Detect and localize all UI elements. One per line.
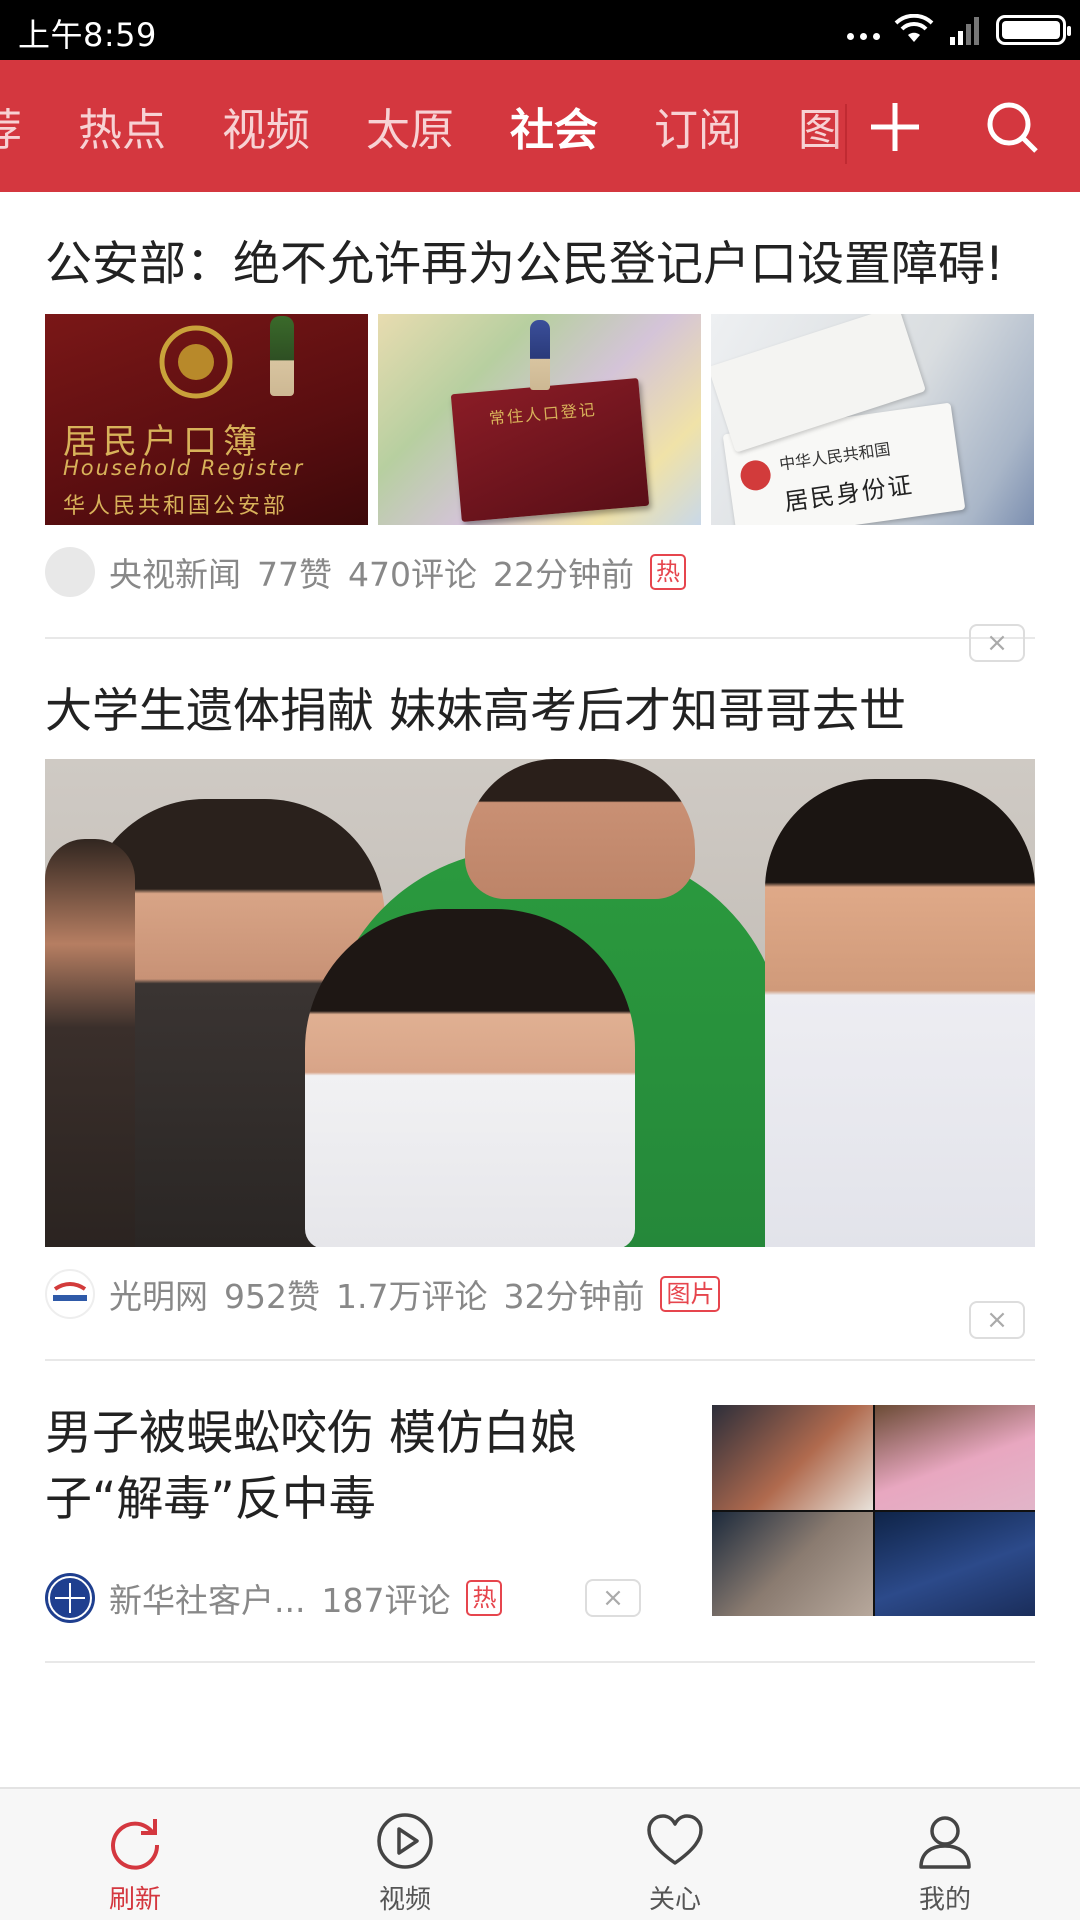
source-avatar[interactable] [45,1269,95,1319]
article-meta: 央视新闻 77赞 470评论 22分钟前 热 [45,547,1035,597]
wifi-icon [894,14,934,42]
publish-time: 22分钟前 [493,555,634,594]
national-emblem-icon [159,325,233,399]
play-icon [377,1813,433,1869]
feed-divider [45,1661,1035,1663]
status-bar: 上午8:59 [0,0,1080,60]
source-name[interactable]: 央视新闻 [109,548,241,596]
tab-recommend[interactable]: 荐 [0,94,22,158]
news-feed: 公安部：绝不允许再为公民登记户口设置障碍! 居民户口簿 Household Re… [0,192,1080,1663]
comment-count: 1.7万评论 [336,1277,488,1316]
article-title[interactable]: 男子被蜈蚣咬伤 模仿白娘子“解毒”反中毒 [45,1401,635,1533]
channel-bar: 荐 热点 视频 太原 社会 订阅 图 [0,60,1080,192]
id-cards-image[interactable]: 中华人民共和国 居民身份证 [711,314,1034,525]
article-thumbnail[interactable] [712,1405,1035,1616]
nav-label: 关心 [648,1885,701,1915]
image-caption-2a: 常住人口登记 [488,399,598,429]
refresh-icon [111,1819,160,1870]
article-card-2[interactable]: 大学生遗体捐献 妹妹高考后才知哥哥去世 光明网 952赞 1.7万评论 32分钟… [45,639,1035,1359]
tab-subscribe[interactable]: 订阅 [654,94,742,158]
household-register-image[interactable]: 居民户口簿 Household Register 华人民共和国公安部 [45,314,368,525]
person-right [765,779,1035,1247]
source-avatar[interactable] [45,547,95,597]
signal-icon [950,17,979,45]
passport-on-map-image[interactable]: 常住人口登记 [378,314,701,525]
dismiss-button[interactable]: × [969,1301,1025,1339]
article-card-3[interactable]: 男子被蜈蚣咬伤 模仿白娘子“解毒”反中毒 新华社客户... 187评论 热 × [45,1361,1035,1661]
source-name[interactable]: 新华社客户... [109,1574,305,1622]
nav-label: 视频 [378,1885,431,1915]
nav-video[interactable]: 视频 [270,1789,540,1920]
nav-label: 我的 [918,1885,971,1915]
comment-count: 187评论 [321,1581,451,1620]
article-meta: 光明网 952赞 1.7万评论 32分钟前 图片 [45,1269,1035,1319]
id-card-emblem-icon [738,458,773,493]
search-icon [987,102,1038,153]
article-card-1[interactable]: 公安部：绝不允许再为公民登记户口设置障碍! 居民户口簿 Household Re… [45,192,1035,662]
person-far-left [45,839,135,1247]
article-meta: 新华社客户... 187评论 热 [45,1573,503,1623]
image-caption-1c: 华人民共和国公安部 [63,494,289,519]
battery-icon [996,15,1071,45]
tab-hot[interactable]: 热点 [78,94,166,158]
like-count: 952赞 [224,1277,320,1316]
publish-time: 32分钟前 [503,1277,645,1316]
drama-still-2 [874,1405,1035,1510]
dismiss-button[interactable]: × [585,1579,641,1617]
image-caption-3b: 居民身份证 [782,470,916,517]
hot-badge: 热 [466,1580,503,1616]
article-title[interactable]: 公安部：绝不允许再为公民登记户口设置障碍! [45,232,1035,298]
tab-society[interactable]: 社会 [510,94,598,158]
drama-still-3 [712,1511,873,1616]
figurine [270,316,294,396]
nav-label: 刷新 [108,1885,161,1915]
article-image-row: 居民户口簿 Household Register 华人民共和国公安部 常住人口登… [45,314,1035,525]
bottom-navigation: 刷新 视频 关心 我的 [0,1787,1080,1920]
nav-profile[interactable]: 我的 [810,1789,1080,1920]
heart-icon [647,1814,703,1865]
source-avatar[interactable] [45,1573,95,1623]
comment-count: 470评论 [348,555,477,594]
register-book: 常住人口登记 [450,378,650,522]
channel-tabs: 荐 热点 视频 太原 社会 订阅 图 [0,60,898,192]
article-title[interactable]: 大学生遗体捐献 妹妹高考后才知哥哥去世 [45,679,1035,745]
tab-taiyuan[interactable]: 太原 [366,94,454,158]
article-main-image[interactable] [45,759,1035,1247]
image-caption-1b: Household Register [63,456,305,480]
drama-still-1 [712,1405,873,1510]
nav-refresh[interactable]: 刷新 [0,1789,270,1920]
like-count: 77赞 [257,555,332,594]
tab-video[interactable]: 视频 [222,94,310,158]
plus-icon [871,103,919,151]
search-button[interactable] [975,90,1049,164]
source-name[interactable]: 光明网 [109,1270,208,1318]
xinhua-logo-icon [48,1576,92,1620]
add-channel-button[interactable] [858,90,932,164]
user-icon [919,1816,971,1869]
hot-badge: 热 [650,554,686,590]
figurine [530,320,550,390]
status-icons [847,12,1071,48]
photo-badge: 图片 [660,1276,721,1312]
channel-divider [845,104,847,164]
guangming-logo-icon [53,1282,87,1301]
girl-crying [305,909,635,1247]
person-center-face [465,759,695,899]
status-time: 上午8:59 [18,16,157,54]
nav-follow[interactable]: 关心 [540,1789,810,1920]
drama-still-4 [874,1511,1035,1616]
more-dots-icon [847,16,880,44]
